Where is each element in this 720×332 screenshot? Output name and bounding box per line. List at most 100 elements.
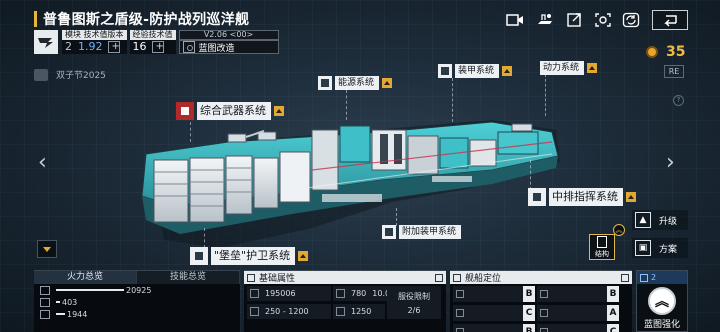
title-accent: [34, 11, 37, 27]
dropdown-button[interactable]: [37, 240, 57, 258]
enhance-label: 蓝图强化: [643, 320, 680, 330]
upgrade-icon: ▲: [635, 212, 651, 228]
callout-armor-label: 装甲系统: [455, 64, 500, 78]
tab-firepower[interactable]: 火力总览: [34, 271, 137, 284]
export-button[interactable]: [564, 10, 586, 30]
missile-icon: [40, 297, 50, 307]
back-icon: [664, 15, 677, 27]
base-attributes-grid: 195006 780 10.0% 250 - 1200 1250 服役限制 2/6: [244, 284, 446, 322]
user-icon: [34, 68, 48, 81]
firepower-value: 20925: [126, 285, 152, 295]
armor-icon: [336, 289, 345, 298]
enhance-count-row: 2: [637, 271, 687, 284]
leader-bastion: [204, 228, 205, 248]
firepower-row: 1944: [34, 308, 240, 320]
version-block[interactable]: V2.06 <00> 蓝图改造: [178, 30, 279, 54]
ship-title: 普鲁图斯之盾级-防护战列巡洋舰: [43, 12, 250, 28]
battlecruiser-model[interactable]: [132, 110, 562, 256]
callout-command-label: 中排指挥系统: [549, 188, 623, 206]
hp-icon: [250, 289, 259, 298]
firepower-value: 403: [62, 297, 78, 307]
refresh-button[interactable]: [620, 10, 642, 30]
position-grade: B: [523, 324, 535, 332]
upgrade-button[interactable]: ▲ 升级: [632, 210, 688, 230]
structure-button[interactable]: 结构: [589, 234, 615, 260]
command-icon: [528, 188, 546, 206]
video-button[interactable]: [504, 10, 526, 30]
warning-icon: [453, 273, 461, 282]
upgrade-label: 升级: [659, 216, 678, 227]
re-button[interactable]: RE: [664, 65, 684, 78]
shield-icon: [247, 273, 255, 282]
firepower-row: 20925: [34, 284, 240, 296]
service-limit-label: 服役限制: [398, 291, 430, 301]
plan-label: 方案: [659, 244, 678, 255]
leader-extra-armor: [396, 208, 397, 226]
callout-power-label: 动力系统: [540, 61, 585, 75]
structure-up-icon: ︽: [613, 224, 625, 236]
armor-value: 780: [351, 289, 367, 298]
warp-icon: [336, 307, 345, 316]
expand-icon[interactable]: [435, 273, 443, 282]
plan-button[interactable]: ▣ 方案: [632, 238, 688, 258]
exp-label: 经验技术值: [129, 30, 176, 40]
ship-class-icon: [34, 30, 58, 54]
tech-plus-button[interactable]: +: [107, 41, 120, 53]
upgrade-arrow-icon: [274, 106, 284, 116]
callout-bastion[interactable]: "堡垒"护卫系统: [190, 247, 309, 265]
enhance-count: 2: [651, 273, 657, 282]
hp-cell: 195006: [247, 286, 331, 301]
help-button[interactable]: ?: [673, 95, 684, 106]
blueprint-enhance-button[interactable]: 2 ︽ 蓝图强化: [636, 270, 688, 332]
hp-value: 195006: [265, 289, 296, 298]
upgrade-arrow-icon: [502, 66, 513, 76]
callout-armor[interactable]: 装甲系统: [438, 64, 513, 78]
position-cell: /B: [453, 324, 535, 332]
callout-weapons-label: 综合武器系统: [197, 102, 271, 120]
extra-armor-icon: [382, 225, 396, 239]
armor-icon: [438, 64, 452, 78]
callout-energy[interactable]: 能源系统: [318, 76, 393, 90]
firepower-row: 403: [34, 296, 240, 308]
version-label: V2.06 <00>: [178, 30, 279, 40]
position-cell: //A: [537, 305, 619, 321]
ship-position-grid: /B/BC//A/BC: [450, 284, 632, 332]
firepower-bar: [56, 289, 124, 291]
base-attributes-header: 基础属性: [244, 271, 446, 284]
leader-command: [530, 160, 531, 190]
position-cell: /B: [537, 286, 619, 302]
stat-values: 2 1.92 +: [62, 40, 127, 54]
back-button[interactable]: [652, 10, 688, 30]
blueprint-mod-button[interactable]: 蓝图改造: [178, 40, 279, 54]
antiship-icon: [456, 290, 464, 298]
leader-weapons: [190, 122, 191, 142]
position-grade: B: [523, 286, 535, 302]
callout-power[interactable]: 动力系统: [540, 61, 598, 75]
ship-position-header: 舰船定位: [450, 271, 632, 284]
share-ship-button[interactable]: [534, 10, 556, 30]
prev-ship-button[interactable]: ‹: [38, 152, 47, 174]
callout-extra-armor[interactable]: 附加装甲系统: [382, 225, 462, 239]
base-attributes-panel: 基础属性 195006 780 10.0% 250 - 1200 1250 服役限…: [244, 270, 446, 332]
stat-header: 模块 技术值版本: [62, 30, 127, 40]
module-value: 2: [65, 40, 72, 53]
callout-weapons[interactable]: 综合武器系统: [176, 102, 284, 120]
structure-icon: [597, 235, 607, 248]
position-grade: C: [607, 324, 619, 332]
module-label: 模块: [65, 30, 81, 39]
stat-module-tech: 模块 技术值版本 2 1.92 +: [62, 30, 127, 54]
callout-energy-label: 能源系统: [335, 76, 380, 90]
base-attributes-title: 基础属性: [259, 274, 296, 284]
tab-skills[interactable]: 技能总览: [137, 271, 240, 284]
position-grade: B: [607, 286, 619, 302]
expand-icon[interactable]: [621, 273, 629, 282]
camera-button[interactable]: [592, 10, 614, 30]
gun-icon: [40, 285, 50, 295]
author-tag: 双子节2025: [34, 68, 106, 81]
blueprint-icon: [182, 41, 195, 53]
next-ship-button[interactable]: ›: [666, 152, 675, 174]
callout-command[interactable]: 中排指挥系统: [528, 188, 636, 206]
exp-plus-button[interactable]: +: [151, 41, 164, 53]
energy-icon: [318, 76, 332, 90]
position-cell: /B: [453, 286, 535, 302]
